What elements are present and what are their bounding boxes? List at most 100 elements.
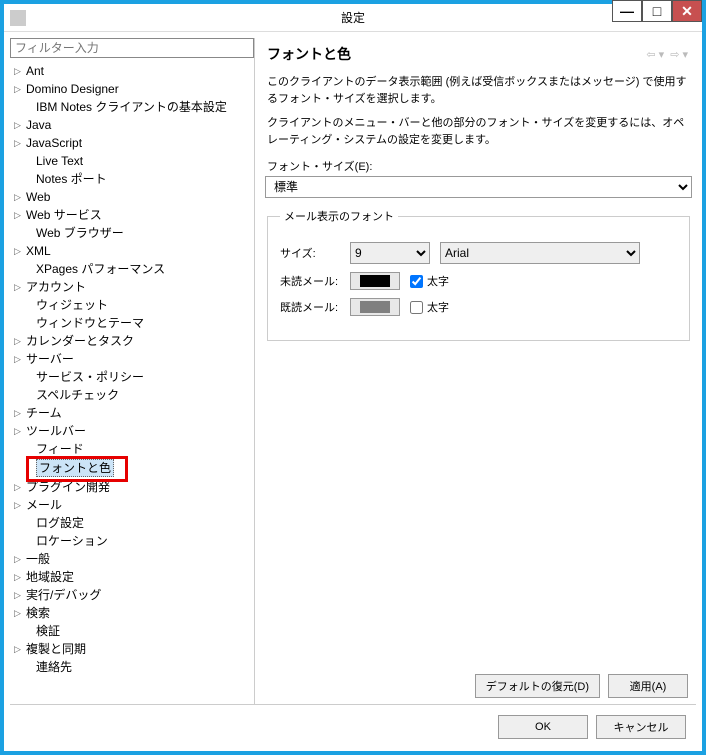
tree-item-label: Live Text xyxy=(36,153,83,169)
tree-item-label: 一般 xyxy=(26,551,50,567)
tree-item[interactable]: ログ設定 xyxy=(12,514,252,532)
tree-item-label: Web ブラウザー xyxy=(36,225,124,241)
tree-item[interactable]: Notes ポート xyxy=(12,170,252,188)
tree-item[interactable]: ▷Web サービス xyxy=(12,206,252,224)
back-button[interactable]: ⇦ ▾ xyxy=(644,48,666,61)
tree-item[interactable]: ▷メール xyxy=(12,496,252,514)
size-label: サイズ: xyxy=(280,245,340,261)
forward-button[interactable]: ⇨ ▾ xyxy=(668,48,690,61)
tree-item[interactable]: フォントと色 xyxy=(12,458,252,478)
tree-item[interactable]: ▷Domino Designer xyxy=(12,80,252,98)
preferences-tree[interactable]: ▷Ant▷Domino DesignerIBM Notes クライアントの基本設… xyxy=(10,58,254,704)
expand-icon[interactable]: ▷ xyxy=(14,423,24,439)
expand-icon[interactable]: ▷ xyxy=(14,117,24,133)
expand-icon[interactable]: ▷ xyxy=(14,605,24,621)
tree-item[interactable]: ▷Web xyxy=(12,188,252,206)
tree-item-label: ツールバー xyxy=(26,423,86,439)
window-title: 設定 xyxy=(341,9,365,26)
window-controls: — □ ✕ xyxy=(612,0,702,22)
expand-icon[interactable]: ▷ xyxy=(14,63,24,79)
filter-input[interactable] xyxy=(10,38,254,58)
main-area: ▷Ant▷Domino DesignerIBM Notes クライアントの基本設… xyxy=(10,38,696,704)
page-title: フォントと色 xyxy=(267,44,351,64)
tree-item[interactable]: ▷一般 xyxy=(12,550,252,568)
tree-item[interactable]: ▷カレンダーとタスク xyxy=(12,332,252,350)
tree-item[interactable]: ▷実行/デバッグ xyxy=(12,586,252,604)
tree-item[interactable]: IBM Notes クライアントの基本設定 xyxy=(12,98,252,116)
tree-item[interactable]: ▷JavaScript xyxy=(12,134,252,152)
minimize-button[interactable]: — xyxy=(612,0,642,22)
tree-item[interactable]: Web ブラウザー xyxy=(12,224,252,242)
tree-item[interactable]: 連絡先 xyxy=(12,658,252,676)
expand-icon[interactable]: ▷ xyxy=(14,135,24,151)
tree-item[interactable]: サービス・ポリシー xyxy=(12,368,252,386)
unread-label: 未読メール: xyxy=(280,273,340,289)
settings-window: 設定 — □ ✕ ▷Ant▷Domino DesignerIBM Notes ク… xyxy=(0,0,706,755)
history-nav: ⇦ ▾ ⇨ ▾ xyxy=(644,48,690,61)
expand-icon[interactable]: ▷ xyxy=(14,243,24,259)
apply-button[interactable]: 適用(A) xyxy=(608,674,688,698)
tree-item-label: Web サービス xyxy=(26,207,102,223)
expand-icon[interactable]: ▷ xyxy=(14,479,24,495)
tree-item-label: ログ設定 xyxy=(36,515,84,531)
tree-item[interactable]: スペルチェック xyxy=(12,386,252,404)
maximize-button[interactable]: □ xyxy=(642,0,672,22)
expand-icon[interactable]: ▷ xyxy=(14,81,24,97)
expand-icon[interactable]: ▷ xyxy=(14,405,24,421)
close-button[interactable]: ✕ xyxy=(672,0,702,22)
read-bold-checkbox[interactable] xyxy=(410,301,423,314)
tree-item[interactable]: Live Text xyxy=(12,152,252,170)
unread-row: 未読メール: 太字 xyxy=(280,272,677,290)
expand-icon[interactable]: ▷ xyxy=(14,641,24,657)
tree-item[interactable]: ▷サーバー xyxy=(12,350,252,368)
tree-item[interactable]: ▷ツールバー xyxy=(12,422,252,440)
tree-item-label: JavaScript xyxy=(26,135,82,151)
tree-item-label: Web xyxy=(26,189,50,205)
tree-item[interactable]: ▷Java xyxy=(12,116,252,134)
tree-item[interactable]: ▷XML xyxy=(12,242,252,260)
tree-item-label: メール xyxy=(26,497,62,513)
expand-icon[interactable]: ▷ xyxy=(14,207,24,223)
tree-item[interactable]: ウィンドウとテーマ xyxy=(12,314,252,332)
tree-item-label: 地域設定 xyxy=(26,569,74,585)
tree-item[interactable]: ▷Ant xyxy=(12,62,252,80)
unread-bold-checkbox[interactable] xyxy=(410,275,423,288)
page-buttons: デフォルトの復元(D) 適用(A) xyxy=(265,668,692,704)
read-bold-label[interactable]: 太字 xyxy=(410,299,449,315)
restore-defaults-button[interactable]: デフォルトの復元(D) xyxy=(475,674,600,698)
tree-item-label: XML xyxy=(26,243,51,259)
expand-icon[interactable]: ▷ xyxy=(14,351,24,367)
tree-item-label: ウィジェット xyxy=(36,297,108,313)
expand-icon[interactable]: ▷ xyxy=(14,551,24,567)
cancel-button[interactable]: キャンセル xyxy=(596,715,686,739)
tree-item[interactable]: XPages パフォーマンス xyxy=(12,260,252,278)
fontsize-select[interactable]: 標準 xyxy=(265,176,692,198)
unread-bold-label[interactable]: 太字 xyxy=(410,273,449,289)
tree-item[interactable]: フィード xyxy=(12,440,252,458)
expand-icon[interactable]: ▷ xyxy=(14,587,24,603)
expand-icon[interactable]: ▷ xyxy=(14,569,24,585)
size-select[interactable]: 9 xyxy=(350,242,430,264)
tree-item-label: ロケーション xyxy=(36,533,108,549)
tree-item[interactable]: ▷アカウント xyxy=(12,278,252,296)
right-pane: フォントと色 ⇦ ▾ ⇨ ▾ このクライアントのデータ表示範囲 (例えば受信ボッ… xyxy=(261,38,696,704)
tree-item[interactable]: ▷チーム xyxy=(12,404,252,422)
unread-color-button[interactable] xyxy=(350,272,400,290)
tree-item[interactable]: ▷検索 xyxy=(12,604,252,622)
tree-item[interactable]: ロケーション xyxy=(12,532,252,550)
tree-item[interactable]: ▷プラグイン開発 xyxy=(12,478,252,496)
font-select[interactable]: Arial xyxy=(440,242,640,264)
ok-button[interactable]: OK xyxy=(498,715,588,739)
tree-item[interactable]: ▷地域設定 xyxy=(12,568,252,586)
tree-item-label: アカウント xyxy=(26,279,86,295)
tree-item[interactable]: 検証 xyxy=(12,622,252,640)
expand-icon[interactable]: ▷ xyxy=(14,189,24,205)
tree-item-label: Domino Designer xyxy=(26,81,119,97)
tree-item[interactable]: ▷複製と同期 xyxy=(12,640,252,658)
tree-item[interactable]: ウィジェット xyxy=(12,296,252,314)
tree-item-label: Ant xyxy=(26,63,44,79)
expand-icon[interactable]: ▷ xyxy=(14,279,24,295)
read-color-button[interactable] xyxy=(350,298,400,316)
expand-icon[interactable]: ▷ xyxy=(14,333,24,349)
expand-icon[interactable]: ▷ xyxy=(14,497,24,513)
